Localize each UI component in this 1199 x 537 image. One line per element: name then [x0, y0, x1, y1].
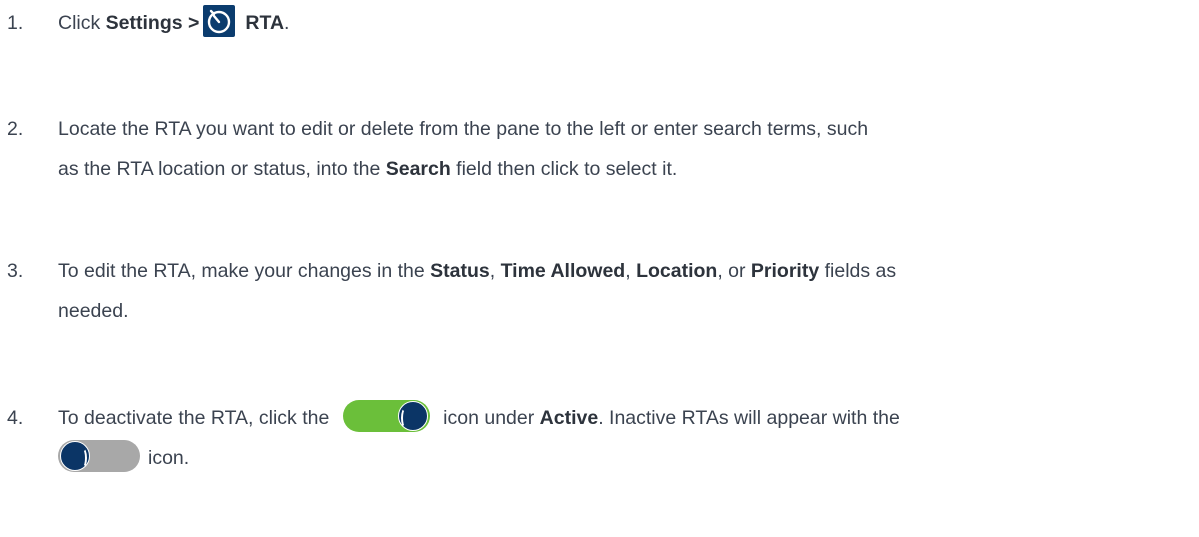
location-label: Location	[636, 260, 718, 282]
time-allowed-label: Time Allowed	[500, 260, 626, 282]
search-label: Search	[385, 158, 451, 180]
step-text: To deactivate the RTA, click the icon un…	[58, 398, 1199, 478]
status-label: Status	[430, 260, 490, 282]
step-text: Locate the RTA you want to edit or delet…	[58, 118, 869, 180]
step-number: 2.	[7, 118, 24, 140]
toggle-knob	[397, 401, 428, 431]
toggle-on-icon	[342, 400, 430, 432]
step-text: Click Settings > RTA.	[58, 3, 1199, 43]
toggle-off-icon	[58, 440, 140, 472]
active-label: Active	[539, 407, 599, 429]
step-number: 4.	[7, 407, 24, 429]
settings-label: Settings >	[105, 12, 200, 34]
step-text: To edit the RTA, make your changes in th…	[58, 260, 897, 322]
instruction-steps: 1. Click Settings > RTA. 2. Locate the RT…	[0, 0, 1199, 537]
toggle-knob	[60, 441, 90, 471]
step-number: 1.	[7, 12, 24, 34]
rta-label: RTA	[245, 12, 285, 34]
stopwatch-icon	[203, 5, 236, 37]
step-number: 3.	[7, 260, 24, 282]
priority-label: Priority	[750, 260, 820, 282]
